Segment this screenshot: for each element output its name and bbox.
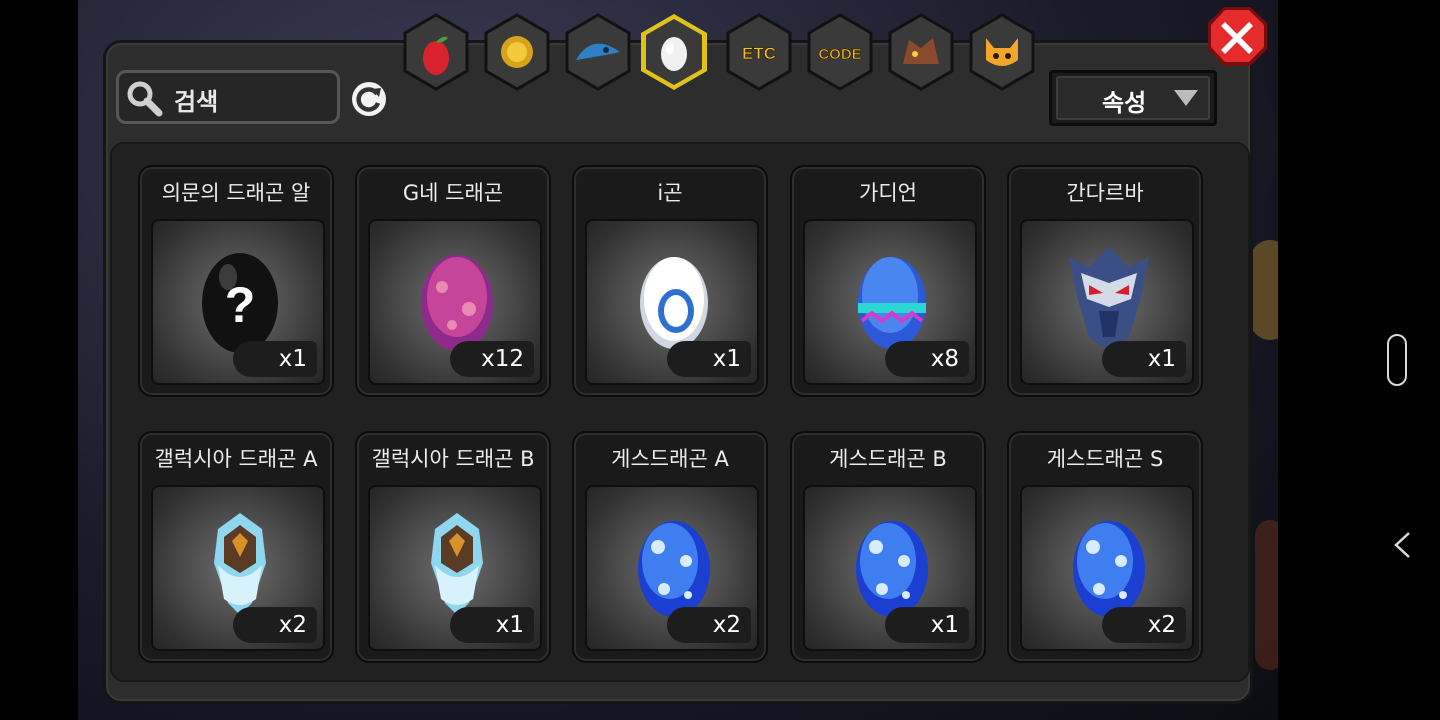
blue-spotted-egg-icon	[638, 521, 710, 617]
tab-mask[interactable]	[966, 12, 1038, 92]
system-nav-bar	[1278, 0, 1440, 720]
item-slot: x1	[585, 219, 759, 385]
item-slot: x1	[368, 485, 542, 651]
svg-text:ETC: ETC	[742, 44, 776, 63]
close-button[interactable]	[1205, 4, 1269, 68]
item-quantity: x1	[450, 607, 534, 643]
blue-spotted-egg-icon	[1073, 521, 1145, 617]
item-slot: x2	[1020, 485, 1194, 651]
blue-spotted-egg-icon	[856, 521, 928, 617]
tab-code[interactable]: CODE	[804, 12, 876, 92]
item-quantity: x12	[450, 341, 534, 377]
item-card[interactable]: G네 드래곤 x12	[355, 165, 551, 397]
svg-text:?: ?	[225, 277, 256, 333]
item-quantity: x8	[885, 341, 969, 377]
dropdown-arrow-icon	[1174, 90, 1198, 106]
item-card[interactable]: 게스드래곤 B x1	[790, 431, 986, 663]
item-card[interactable]: 의문의 드래곤 알 ? x1	[138, 165, 334, 397]
tab-gold[interactable]	[481, 12, 553, 92]
item-quantity: x1	[885, 607, 969, 643]
attribute-filter-label: 속성	[1102, 89, 1147, 117]
item-name: 의문의 드래곤 알	[161, 181, 311, 205]
tab-fish[interactable]	[562, 12, 634, 92]
item-slot: x1	[1020, 219, 1194, 385]
item-slot: x1	[803, 485, 977, 651]
item-name: 가디언	[859, 181, 917, 205]
tab-fruit[interactable]	[400, 12, 472, 92]
armored-mask-icon	[1069, 247, 1149, 352]
item-slot: x2	[585, 485, 759, 651]
nav-back-icon[interactable]	[1391, 530, 1413, 560]
mystery-egg-icon: ?	[202, 253, 278, 353]
item-quantity: x2	[1102, 607, 1186, 643]
item-name: 갤럭시아 드래곤 A	[154, 447, 318, 471]
item-name: G네 드래곤	[402, 181, 504, 205]
item-name: 게스드래곤 B	[829, 447, 947, 471]
item-name: 게스드래곤 A	[611, 447, 729, 471]
galaxia-crest-icon	[431, 513, 483, 615]
item-name: 간다르바	[1066, 181, 1144, 205]
item-quantity: x1	[1102, 341, 1186, 377]
item-quantity: x1	[667, 341, 751, 377]
item-card[interactable]: 간다르바 x1	[1007, 165, 1203, 397]
galaxia-crest-icon	[214, 513, 266, 615]
item-card[interactable]: i곤 x1	[572, 165, 768, 397]
search-placeholder: 검색	[174, 88, 219, 116]
item-card[interactable]: 게스드래곤 A x2	[572, 431, 768, 663]
item-card[interactable]: 갤럭시아 드래곤 A x2	[138, 431, 334, 663]
refresh-icon[interactable]	[350, 80, 388, 118]
item-slot: x2	[151, 485, 325, 651]
white-egg-icon	[640, 257, 708, 349]
tab-dragon[interactable]	[885, 12, 957, 92]
item-slot: x8	[803, 219, 977, 385]
item-name: 게스드래곤 S	[1046, 447, 1164, 471]
pink-egg-icon	[421, 255, 493, 351]
item-name: i곤	[657, 181, 683, 205]
tab-egg[interactable]	[638, 12, 710, 92]
search-icon	[127, 81, 163, 117]
item-quantity: x1	[233, 341, 317, 377]
tab-etc[interactable]: ETC	[723, 12, 795, 92]
blue-pattern-egg-icon	[858, 257, 926, 349]
item-name: 갤럭시아 드래곤 B	[371, 447, 535, 471]
item-slot: x12	[368, 219, 542, 385]
item-card[interactable]: 갤럭시아 드래곤 B x1	[355, 431, 551, 663]
svg-text:CODE: CODE	[818, 46, 861, 63]
item-slot: ? x1	[151, 219, 325, 385]
item-card[interactable]: 게스드래곤 S x2	[1007, 431, 1203, 663]
item-grid: 의문의 드래곤 알 ? x1 G네 드래곤 x12 i곤 x1 가디언 x8 간…	[110, 142, 1250, 682]
item-quantity: x2	[233, 607, 317, 643]
item-quantity: x2	[667, 607, 751, 643]
nav-home-button[interactable]	[1387, 334, 1407, 386]
item-card[interactable]: 가디언 x8	[790, 165, 986, 397]
